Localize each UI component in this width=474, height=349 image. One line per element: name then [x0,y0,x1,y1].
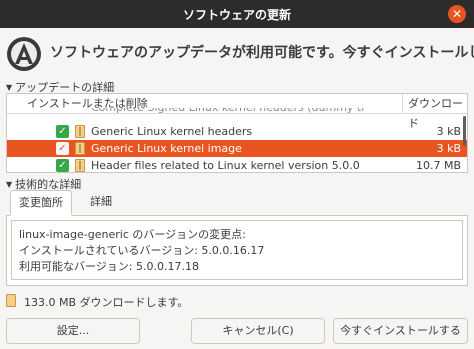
tab-panel: linux-image-generic のバージョンの変更点: インストールされ… [6,216,468,286]
settings-button[interactable]: 設定... [6,318,140,344]
tab-bar: 変更箇所 詳細 [6,190,468,216]
cancel-button[interactable]: キャンセル(C) [191,318,325,344]
window-title: ソフトウェアの更新 [182,8,291,22]
tree-row[interactable]: ✓ Generic Linux kernel headers 3 kB [7,123,467,140]
package-icon [6,294,16,307]
expander-down-icon: ▼ [6,83,13,92]
package-name: Generic Linux kernel headers [91,125,253,138]
dialog-header: ソフトウェアのアップデータが利用可能です。今すぐインストールしますか？ [6,34,474,74]
package-icon [75,125,85,138]
partial-row-label: Complete Signed Linux kernel headers (du… [91,108,366,116]
package-size: 3 kB [436,125,461,138]
update-question: ソフトウェアのアップデータが利用可能です。今すぐインストールしますか？ [50,45,474,61]
tab-details[interactable]: 詳細 [82,190,120,216]
package-icon [75,142,85,155]
tree-row-partial[interactable]: Complete Signed Linux kernel headers (du… [7,108,467,116]
updates-tree[interactable]: インストールまたは削除 ダウンロード Complete Signed Linux… [6,93,468,173]
technical-tabs: 変更箇所 詳細 linux-image-generic のバージョンの変更点: … [6,190,468,286]
download-size-text: 133.0 MB ダウンロードします。 [24,296,189,309]
checkbox-checked-icon[interactable]: ✓ [56,159,69,172]
package-name: Generic Linux kernel image [91,142,242,155]
checkbox-checked-icon[interactable]: ✓ [56,142,69,155]
package-name: Header files related to Linux kernel ver… [91,159,360,172]
tree-row-selected[interactable]: ✓ Generic Linux kernel image 3 kB [7,140,467,157]
close-button[interactable]: ✕ [448,5,466,23]
tree-scrollbar[interactable] [463,116,466,146]
tree-row[interactable]: ✓ Header files related to Linux kernel v… [7,157,467,172]
install-now-button[interactable]: 今すぐインストールする [333,318,468,344]
changelog-text[interactable]: linux-image-generic のバージョンの変更点: インストールされ… [11,220,463,280]
tab-changes[interactable]: 変更箇所 [10,190,72,216]
title-bar[interactable]: ソフトウェアの更新 ✕ [0,0,474,28]
package-icon [75,159,85,172]
package-size: 10.7 MB [415,159,461,172]
software-updater-icon [7,37,41,71]
checkbox-checked-icon[interactable]: ✓ [56,125,69,138]
expander-down-icon: ▼ [6,180,13,189]
software-updater-window: ソフトウェアの更新 ✕ ソフトウェアのアップデータが利用可能です。今すぐインスト… [0,0,474,349]
package-size: 3 kB [436,142,461,155]
